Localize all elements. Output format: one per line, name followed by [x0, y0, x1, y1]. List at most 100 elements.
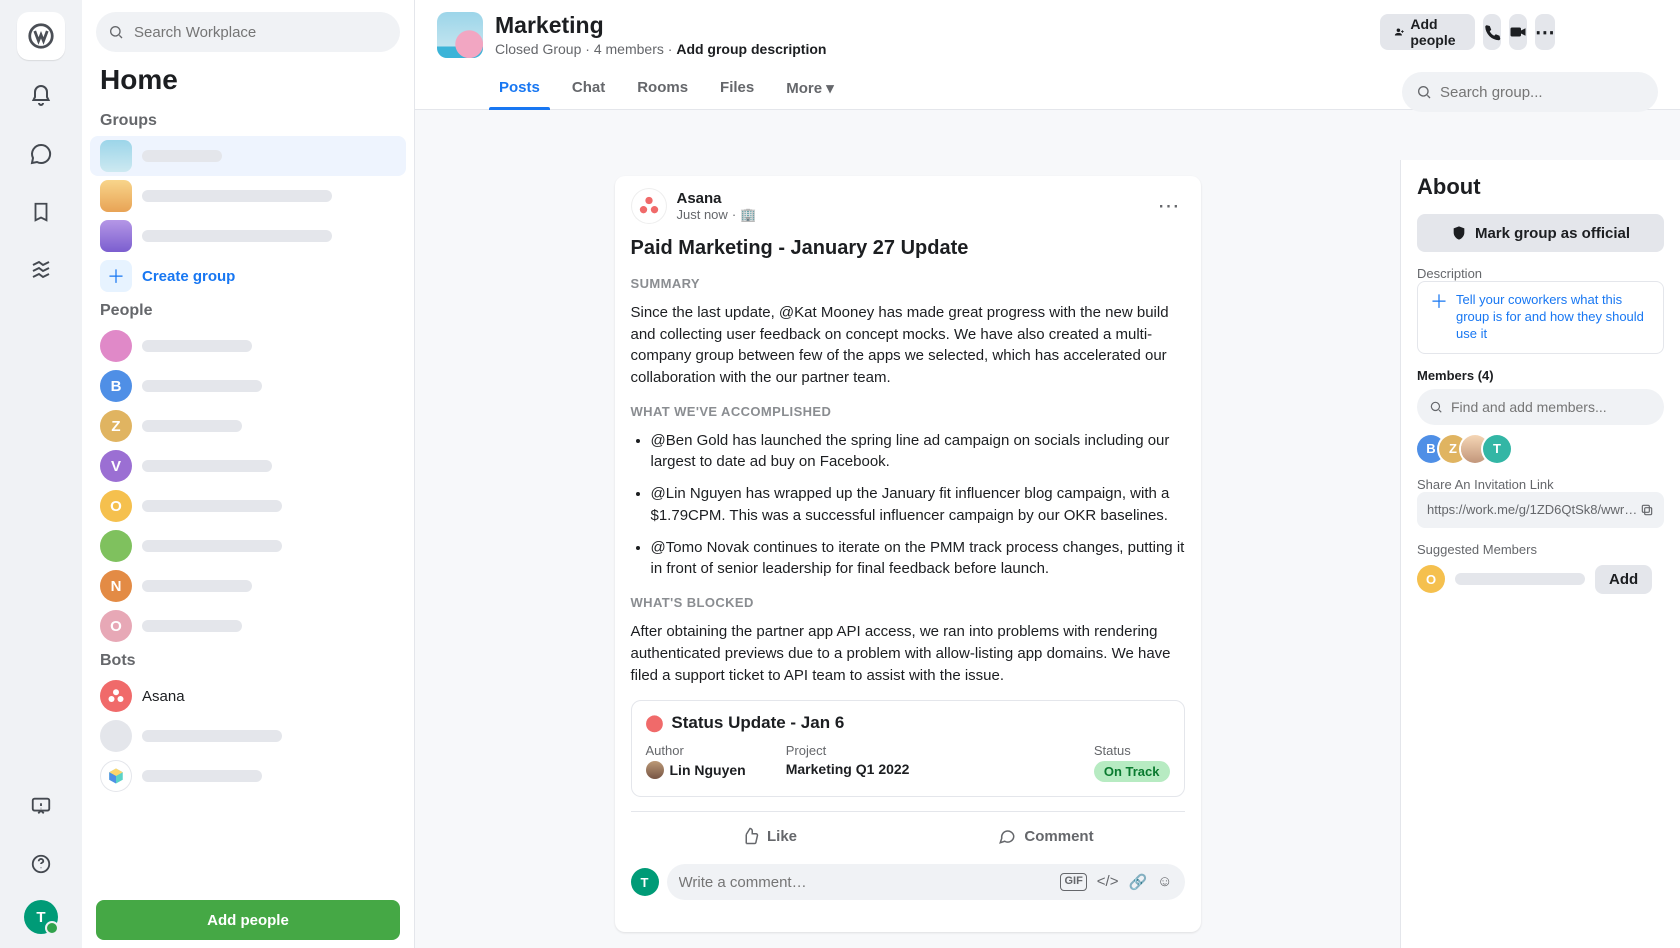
add-description-box[interactable]: ＋ Tell your coworkers what this group is…	[1417, 281, 1664, 354]
person-avatar: O	[100, 490, 132, 522]
group-subtitle: Closed Group · 4 members · Add group des…	[495, 41, 1368, 57]
search-icon	[1429, 400, 1443, 414]
member-search[interactable]	[1417, 389, 1664, 425]
video-call-button[interactable]	[1509, 14, 1527, 50]
copy-icon[interactable]	[1640, 503, 1654, 517]
asana-icon	[100, 680, 132, 712]
comment-button[interactable]: Comment	[908, 818, 1185, 854]
member-avatar-stack[interactable]: B Z T	[1417, 435, 1664, 463]
comment-input-wrap[interactable]: GIF </> 🔗 ☺	[667, 864, 1185, 900]
group-item-marketing[interactable]	[90, 136, 406, 176]
tab-more[interactable]: More ▾	[782, 73, 838, 109]
bot-item[interactable]	[90, 716, 406, 756]
global-search-input[interactable]	[134, 24, 388, 41]
project-value: Marketing Q1 2022	[786, 761, 1054, 777]
chat-icon[interactable]	[19, 132, 63, 176]
group-search[interactable]	[1402, 72, 1658, 112]
add-suggested-button[interactable]: Add	[1595, 565, 1652, 594]
placeholder-bar	[142, 620, 242, 632]
person-avatar: V	[100, 450, 132, 482]
status-update-card[interactable]: ⬤Status Update - Jan 6 Author Lin Nguyen…	[631, 700, 1185, 797]
add-people-sidebar-button[interactable]: Add people	[96, 900, 400, 940]
post-more-button[interactable]: ⋯	[1153, 193, 1185, 219]
more-actions-button[interactable]: ⋯	[1535, 14, 1555, 50]
accomplishment-item: @Tomo Novak continues to iterate on the …	[651, 537, 1185, 581]
invitation-link[interactable]: https://work.me/g/1ZD6QtSk8/wwrR90Zt	[1417, 492, 1664, 528]
gif-icon[interactable]: GIF	[1060, 873, 1086, 891]
group-item[interactable]	[90, 216, 406, 256]
create-group-button[interactable]: ＋ Create group	[90, 256, 406, 296]
person-item[interactable]: O	[90, 486, 406, 526]
my-avatar[interactable]: T	[24, 900, 58, 934]
attach-icon[interactable]: 🔗	[1128, 873, 1147, 891]
member-search-input[interactable]	[1451, 399, 1652, 415]
person-item[interactable]: Z	[90, 406, 406, 446]
post-title: Paid Marketing - January 27 Update	[631, 234, 1185, 263]
like-button[interactable]: Like	[631, 818, 908, 854]
placeholder-bar	[142, 420, 242, 432]
section-groups: Groups	[82, 106, 414, 136]
help-icon[interactable]	[19, 842, 63, 886]
emoji-icon[interactable]: ☺	[1157, 873, 1172, 891]
plus-icon: ＋	[1430, 293, 1448, 311]
placeholder-bar	[142, 730, 282, 742]
plus-icon: ＋	[100, 260, 132, 292]
summary-label: SUMMARY	[631, 275, 1185, 294]
bot-item-asana[interactable]: Asana	[90, 676, 406, 716]
notifications-icon[interactable]	[19, 74, 63, 118]
tab-rooms[interactable]: Rooms	[633, 73, 692, 109]
tab-chat[interactable]: Chat	[568, 73, 609, 109]
group-search-input[interactable]	[1440, 84, 1644, 101]
admin-icon[interactable]	[19, 248, 63, 292]
add-person-icon	[1394, 24, 1405, 40]
tab-posts[interactable]: Posts	[495, 73, 544, 109]
person-avatar	[100, 530, 132, 562]
add-people-button[interactable]: Add people	[1380, 14, 1475, 50]
person-item[interactable]: O	[90, 606, 406, 646]
person-item[interactable]	[90, 526, 406, 566]
mark-official-button[interactable]: Mark group as official	[1417, 214, 1664, 252]
comment-icon	[998, 827, 1016, 845]
create-group-label: Create group	[142, 268, 235, 285]
person-item[interactable]: V	[90, 446, 406, 486]
bot-item[interactable]	[90, 756, 406, 796]
group-cover-thumb	[437, 12, 483, 58]
suggested-avatar: O	[1417, 565, 1445, 593]
group-avatar-icon	[100, 220, 132, 252]
placeholder-bar	[1455, 573, 1585, 585]
tab-files[interactable]: Files	[716, 73, 758, 109]
project-key: Project	[786, 743, 1054, 758]
feedback-icon[interactable]	[19, 784, 63, 828]
global-search[interactable]	[96, 12, 400, 52]
notes-icon[interactable]	[19, 190, 63, 234]
code-icon[interactable]: </>	[1097, 873, 1119, 891]
placeholder-bar	[142, 380, 262, 392]
placeholder-bar	[142, 150, 222, 162]
group-avatar-icon	[100, 140, 132, 172]
placeholder-bar	[142, 770, 262, 782]
member-avatar[interactable]: T	[1483, 435, 1511, 463]
post-author-avatar[interactable]	[631, 188, 667, 224]
placeholder-bar	[142, 540, 282, 552]
search-icon	[108, 24, 124, 40]
person-item[interactable]: B	[90, 366, 406, 406]
post-card: Asana Just now · 🏢 ⋯ Paid Marketing - Ja…	[615, 176, 1201, 932]
add-group-description-link[interactable]: Add group description	[676, 41, 826, 57]
group-item[interactable]	[90, 176, 406, 216]
suggested-label: Suggested Members	[1417, 542, 1664, 557]
person-item[interactable]: N	[90, 566, 406, 606]
person-item[interactable]	[90, 326, 406, 366]
call-button[interactable]	[1483, 14, 1501, 50]
about-title: About	[1417, 174, 1664, 200]
members-label: Members (4)	[1417, 368, 1664, 383]
status-title: Status Update - Jan 6	[671, 713, 844, 733]
video-icon	[1509, 23, 1527, 41]
workplace-logo[interactable]	[17, 12, 65, 60]
author-value: Lin Nguyen	[646, 761, 746, 779]
placeholder-bar	[142, 230, 332, 242]
person-avatar	[100, 330, 132, 362]
person-avatar: N	[100, 570, 132, 602]
post-author-name[interactable]: Asana	[677, 190, 757, 207]
comment-input[interactable]	[679, 874, 1053, 891]
search-icon	[1416, 84, 1432, 100]
